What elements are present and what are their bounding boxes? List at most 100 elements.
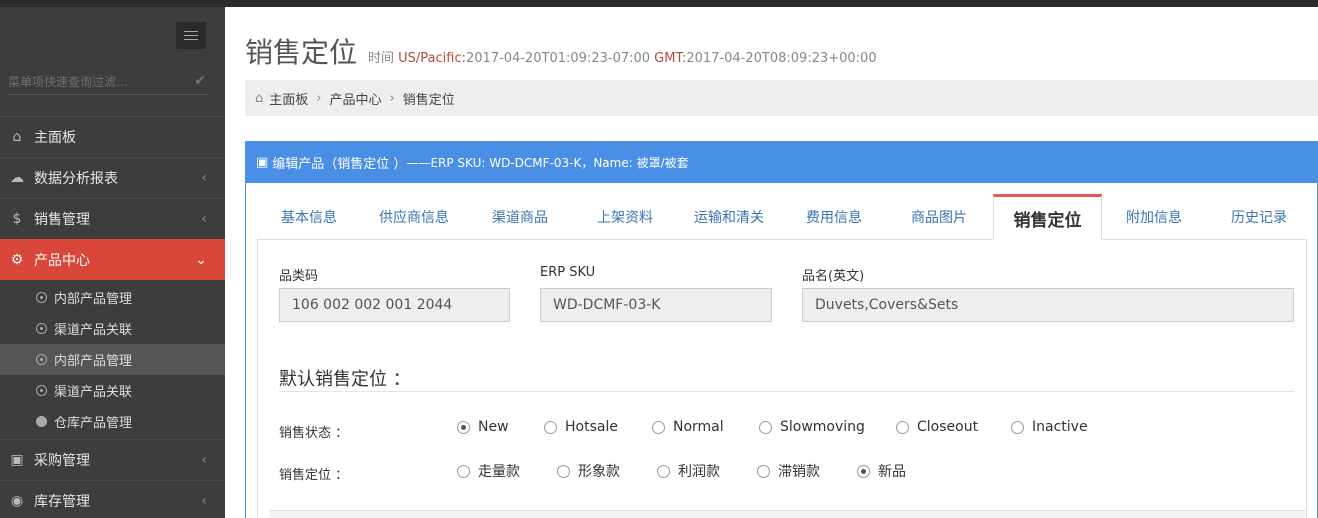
- sidebar-item-label: 主面板: [34, 130, 76, 146]
- sales-status-radio[interactable]: Normal: [652, 419, 724, 435]
- product-submenu: 内部产品管理 渠道产品关联 内部产品管理 渠道产品关联 仓库产品管理: [0, 280, 225, 439]
- breadcrumb-link[interactable]: 产品中心: [329, 89, 381, 108]
- radio-label: Inactive: [1032, 419, 1088, 435]
- circle-icon: [36, 292, 47, 303]
- radio-label: 滞销款: [778, 464, 820, 480]
- chevron-right-icon: ›: [389, 90, 395, 106]
- sidebar-item-sales[interactable]: $ 销售管理 ‹: [0, 198, 225, 239]
- breadcrumb-current: 销售定位: [402, 92, 455, 108]
- radio-label: Hotsale: [565, 419, 618, 435]
- top-bar: [0, 0, 1318, 7]
- submenu-label: 渠道产品关联: [54, 385, 133, 400]
- tz-value: 2017-04-20T08:09:23+00:00: [686, 51, 877, 66]
- sidebar-item-product-center[interactable]: ⚙ 产品中心 ⌄: [0, 239, 225, 280]
- radio-icon: [1011, 420, 1024, 434]
- sales-position-label: 销售定位 ：: [279, 468, 349, 483]
- chevron-left-icon: ‹: [201, 452, 207, 468]
- tab-shipping-customs[interactable]: 运输和清关: [677, 194, 781, 240]
- erp-sku-field[interactable]: WD-DCMF-03-K: [540, 288, 772, 322]
- sidebar-item-dashboard[interactable]: ⌂ 主面板: [0, 116, 225, 157]
- sidebar-toggle-icon[interactable]: [176, 22, 206, 49]
- radio-icon: [759, 420, 772, 434]
- menu-search: ✔: [8, 71, 208, 95]
- cloud-icon: ☁: [10, 170, 24, 186]
- chevron-right-icon: ›: [316, 90, 322, 106]
- circle-icon: [36, 385, 47, 396]
- tab-listing-data[interactable]: 上架资料: [573, 194, 677, 240]
- sales-status-label: 销售状态 ：: [279, 426, 349, 441]
- sales-status-radio[interactable]: Slowmoving: [759, 419, 865, 435]
- chevron-down-icon: ⌄: [195, 252, 207, 268]
- menu-search-input[interactable]: [8, 71, 188, 93]
- submenu-label: 渠道产品关联: [54, 323, 133, 338]
- cogs-icon: ⚙: [10, 252, 24, 268]
- tab-sales-position[interactable]: 销售定位: [993, 194, 1102, 240]
- product-name-field[interactable]: Duvets,Covers&Sets: [802, 288, 1294, 322]
- radio-icon: [557, 464, 570, 478]
- tab-history[interactable]: 历史记录: [1206, 194, 1312, 240]
- radio-label: 利润款: [678, 464, 720, 480]
- sales-position-radio[interactable]: 利润款: [657, 461, 720, 481]
- product-name-label: 品名(英文): [802, 269, 865, 284]
- submenu-item[interactable]: 仓库产品管理: [0, 406, 225, 437]
- tab-cost-info[interactable]: 费用信息: [781, 194, 887, 240]
- gift-icon: ▣: [256, 155, 269, 170]
- radio-label: New: [478, 419, 509, 435]
- sales-status-radio[interactable]: Hotsale: [544, 419, 618, 435]
- time-label: 时间: [368, 51, 395, 66]
- chevron-left-icon: ‹: [201, 493, 207, 509]
- radio-icon: [652, 420, 665, 434]
- erp-sku-label: ERP SKU: [540, 265, 596, 280]
- sidebar-item-label: 销售管理: [34, 212, 90, 228]
- tab-content: 品类码 106 002 002 001 2044 ERP SKU WD-DCMF…: [257, 240, 1307, 518]
- radio-icon: [757, 464, 770, 478]
- radio-label: 走量款: [478, 464, 520, 480]
- sales-position-radio[interactable]: 滞销款: [757, 461, 820, 481]
- tz-label: US/Pacific:: [398, 51, 466, 66]
- sidebar-item-inventory[interactable]: ◉ 库存管理 ‹: [0, 480, 225, 518]
- chevron-left-icon: ‹: [201, 211, 207, 227]
- sales-status-radio[interactable]: Inactive: [1011, 419, 1088, 435]
- sidebar-item-label: 库存管理: [34, 494, 90, 510]
- sales-position-radio[interactable]: 形象款: [557, 461, 620, 481]
- sales-status-radio[interactable]: New: [457, 419, 509, 435]
- sidebar-item-label: 数据分析报表: [34, 171, 118, 187]
- home-icon: ⌂: [255, 90, 264, 106]
- submenu-item[interactable]: 渠道产品关联: [0, 375, 225, 406]
- sales-position-radio[interactable]: 走量款: [457, 461, 520, 481]
- circle-icon: [36, 354, 47, 365]
- category-code-field[interactable]: 106 002 002 001 2044: [279, 288, 510, 322]
- check-icon[interactable]: ✔: [194, 73, 206, 89]
- radio-label: 新品: [878, 464, 906, 480]
- radio-label: 形象款: [578, 464, 620, 480]
- submenu-item[interactable]: 内部产品管理: [0, 344, 225, 375]
- panel-title: 编辑产品（销售定位 ）: [272, 157, 407, 172]
- circle-icon: [36, 323, 47, 334]
- radio-label: Closeout: [917, 419, 979, 435]
- edit-product-panel: ▣ 编辑产品（销售定位 ） ——ERP SKU: WD-DCMF-03-K，Na…: [245, 141, 1318, 518]
- sales-position-radio[interactable]: 新品: [857, 461, 906, 481]
- tab-basic-info[interactable]: 基本信息: [257, 194, 361, 240]
- submenu-item[interactable]: 渠道产品关联: [0, 313, 225, 344]
- sidebar-item-reports[interactable]: ☁ 数据分析报表 ‹: [0, 157, 225, 198]
- radio-checked-icon: [457, 420, 470, 434]
- home-icon: ⌂: [12, 129, 22, 145]
- radio-icon: [896, 420, 909, 434]
- breadcrumb-link[interactable]: 主面板: [269, 89, 308, 108]
- sidebar-item-purchase[interactable]: ▣ 采购管理 ‹: [0, 439, 225, 480]
- radio-checked-icon: [857, 464, 870, 478]
- section-title: 默认销售定位 ：: [279, 369, 411, 390]
- tab-additional-info[interactable]: 附加信息: [1102, 194, 1206, 240]
- tab-channel-products[interactable]: 渠道商品: [467, 194, 573, 240]
- sales-status-radio[interactable]: Closeout: [896, 419, 978, 435]
- main-content: 销售定位 时间 US/Pacific:2017-04-20T01:09:23-0…: [225, 7, 1318, 518]
- radio-icon: [657, 464, 670, 478]
- tab-supplier-info[interactable]: 供应商信息: [361, 194, 467, 240]
- tab-product-images[interactable]: 商品图片: [887, 194, 991, 240]
- submenu-label: 内部产品管理: [54, 354, 133, 369]
- dollar-icon: $: [12, 211, 22, 227]
- panel-header: ▣ 编辑产品（销售定位 ） ——ERP SKU: WD-DCMF-03-K，Na…: [246, 142, 1317, 183]
- cube-icon: ▣: [10, 452, 24, 468]
- submenu-item[interactable]: 内部产品管理: [0, 282, 225, 313]
- sidebar-menu: ⌂ 主面板 ☁ 数据分析报表 ‹ $ 销售管理 ‹ ⚙ 产品中心 ⌄ 内部产品管…: [0, 116, 225, 518]
